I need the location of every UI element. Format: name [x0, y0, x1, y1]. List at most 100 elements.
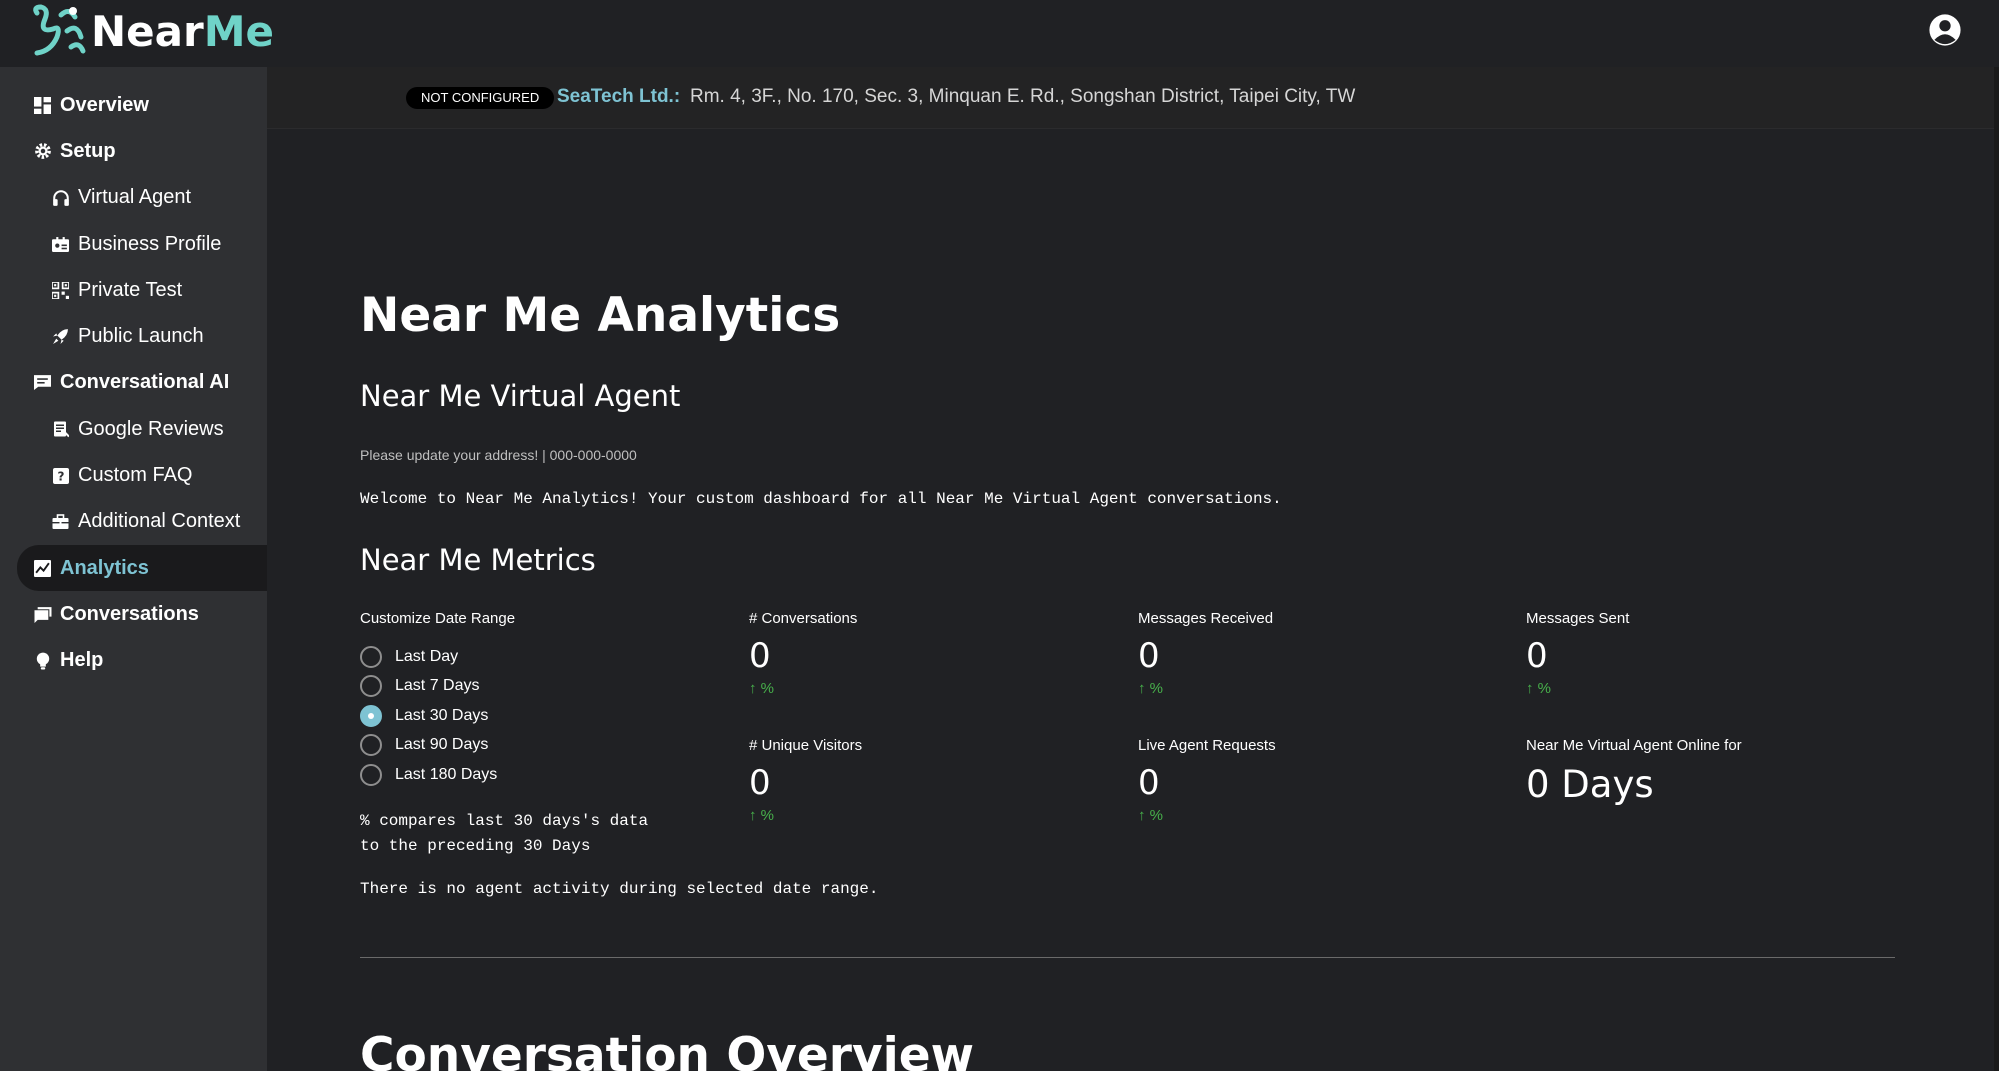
sidebar-item-virtual-agent[interactable]: Virtual Agent [0, 175, 267, 221]
metric-delta: ↑ % [749, 680, 775, 697]
radio-button[interactable] [360, 645, 382, 668]
sidebar-item-label: Private Test [78, 278, 183, 301]
agent-heading: Near Me Virtual Agent [360, 379, 681, 413]
sidebar: Overview Setup Virtual Agent Business Pr… [0, 67, 267, 1071]
metrics-heading: Near Me Metrics [360, 543, 596, 577]
date-range-options: Last Day Last 7 Days Last 30 Days Last 9… [360, 642, 497, 790]
rocket-icon [51, 327, 70, 346]
metric-delta: ↑ % [1138, 807, 1164, 824]
sidebar-item-analytics[interactable]: Analytics [17, 544, 267, 592]
metric-label: # Conversations [749, 610, 858, 627]
briefcase-icon [51, 512, 70, 531]
sidebar-item-label: Analytics [60, 556, 149, 579]
sidebar-item-conversations[interactable]: Conversations [0, 591, 267, 637]
metric-value: 0 [749, 763, 771, 803]
radio-button[interactable] [360, 763, 382, 786]
welcome-text: Welcome to Near Me Analytics! Your custo… [360, 490, 1282, 508]
sidebar-nav: Overview Setup Virtual Agent Business Pr… [0, 67, 267, 684]
qr-code-icon [51, 281, 70, 300]
headset-icon [51, 188, 70, 207]
radio-label: Last Day [395, 647, 459, 665]
metric-label: # Unique Visitors [749, 737, 863, 754]
sidebar-item-custom-faq[interactable]: ? Custom FAQ [0, 452, 267, 498]
sidebar-item-label: Public Launch [78, 325, 204, 348]
compare-note-line-1: % compares last 30 days's data [360, 812, 649, 830]
metric-delta: ↑ % [1526, 680, 1552, 697]
sidebar-item-label: Setup [60, 139, 116, 162]
date-range-title: Customize Date Range [360, 610, 516, 627]
sidebar-item-setup[interactable]: Setup [0, 128, 267, 174]
sidebar-item-label: Virtual Agent [78, 186, 192, 209]
logo-text: NearMe [91, 6, 274, 56]
date-range-option-last-30-days[interactable]: Last 30 Days [360, 701, 497, 731]
date-range-option-last-day[interactable]: Last Day [360, 642, 497, 672]
metric-value: 0 [749, 636, 771, 676]
radio-label: Last 7 Days [395, 677, 480, 695]
compare-note: % compares last 30 days's data to the pr… [360, 809, 648, 859]
date-range-option-last-7-days[interactable]: Last 7 Days [360, 672, 497, 702]
top-bar: NearMe [0, 0, 1999, 67]
radio-label: Last 90 Days [395, 736, 489, 754]
page-title: Near Me Analytics [360, 288, 841, 343]
sidebar-item-private-test[interactable]: Private Test [0, 267, 267, 313]
metric-value: 0 Days [1526, 763, 1654, 806]
compare-note-line-2: to the preceding 30 Days [360, 837, 591, 855]
metric-value: 0 [1138, 763, 1160, 803]
metric-delta: ↑ % [749, 807, 775, 824]
logo-mark-icon [33, 4, 86, 56]
sidebar-item-label: Business Profile [78, 232, 222, 255]
sidebar-item-google-reviews[interactable]: Google Reviews [0, 406, 267, 452]
svg-text:?: ? [57, 469, 64, 483]
radio-button[interactable] [360, 734, 382, 757]
metric-delta: ↑ % [1138, 680, 1164, 697]
question-icon: ? [51, 466, 70, 485]
metric-messages-received: Messages Received 0 ↑ % [1138, 610, 1273, 697]
logo[interactable]: NearMe [31, 2, 274, 60]
radio-button[interactable] [360, 675, 382, 698]
metric-label: Live Agent Requests [1138, 737, 1276, 754]
metric-agent-online-duration: Near Me Virtual Agent Online for 0 Days [1526, 737, 1742, 806]
sidebar-item-help[interactable]: Help [0, 638, 267, 684]
review-icon [51, 420, 70, 439]
metric-value: 0 [1138, 636, 1160, 676]
gear-icon [33, 142, 52, 161]
dashboard-icon [33, 96, 52, 115]
company-address: Rm. 4, 3F., No. 170, Sec. 3, Minquan E. … [690, 86, 1356, 107]
no-activity-message: There is no agent activity during select… [360, 880, 879, 898]
sidebar-item-business-profile[interactable]: Business Profile [0, 221, 267, 267]
lightbulb-icon [33, 651, 52, 670]
metric-value: 0 [1526, 636, 1548, 676]
company-link[interactable]: SeaTech Ltd.: [557, 86, 680, 108]
sidebar-item-label: Help [60, 649, 104, 672]
scrollbar-track[interactable] [1994, 67, 1999, 1071]
metric-unique-visitors: # Unique Visitors 0 ↑ % [749, 737, 862, 824]
sidebar-item-label: Conversational AI [60, 371, 230, 394]
sidebar-item-public-launch[interactable]: Public Launch [0, 313, 267, 359]
sidebar-item-label: Overview [60, 93, 149, 116]
sidebar-item-label: Google Reviews [78, 417, 224, 440]
messages-icon [33, 605, 52, 624]
conversation-overview-heading: Conversation Overview [360, 1028, 975, 1071]
address-banner: NOT CONFIGURED SeaTech Ltd.: Rm. 4, 3F.,… [267, 67, 1994, 129]
metric-label: Messages Received [1138, 610, 1274, 627]
sidebar-item-label: Custom FAQ [78, 464, 193, 487]
metric-messages-sent: Messages Sent 0 ↑ % [1526, 610, 1629, 697]
account-circle-icon [1929, 14, 1961, 46]
date-range-option-last-180-days[interactable]: Last 180 Days [360, 760, 497, 790]
sidebar-item-overview[interactable]: Overview [0, 82, 267, 128]
sidebar-item-additional-context[interactable]: Additional Context [0, 499, 267, 545]
radio-label: Last 30 Days [395, 706, 489, 724]
radio-button-checked[interactable] [360, 704, 382, 727]
metric-label: Messages Sent [1526, 610, 1630, 627]
metric-conversations: # Conversations 0 ↑ % [749, 610, 857, 697]
section-divider [360, 957, 1895, 958]
sidebar-item-conversational-ai[interactable]: Conversational AI [0, 360, 267, 406]
radio-label: Last 180 Days [395, 765, 498, 783]
sidebar-item-label: Additional Context [78, 510, 241, 533]
metric-label: Near Me Virtual Agent Online for [1526, 737, 1742, 754]
id-card-icon [51, 235, 70, 254]
user-account-button[interactable] [1928, 13, 1962, 47]
date-range-option-last-90-days[interactable]: Last 90 Days [360, 731, 497, 761]
sidebar-item-label: Conversations [60, 602, 199, 625]
analytics-icon [33, 559, 52, 578]
